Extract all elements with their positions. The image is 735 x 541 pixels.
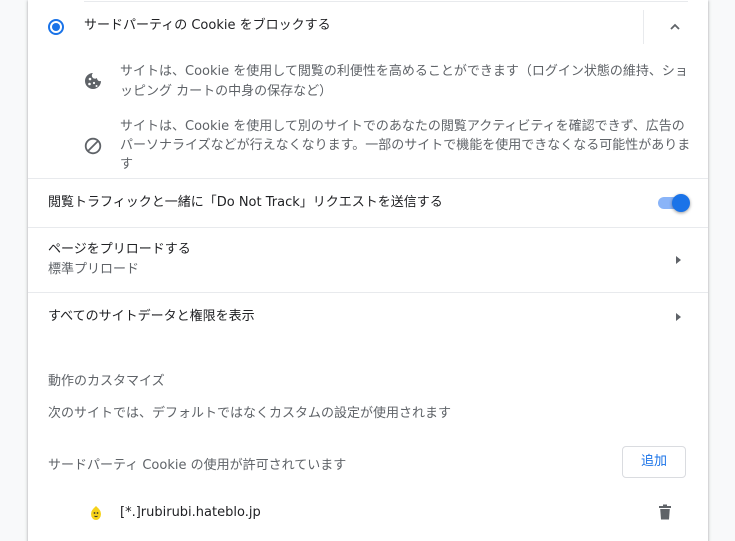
do-not-track-row[interactable]: 閲覧トラフィックと一緒に「Do Not Track」リクエストを送信する — [28, 179, 708, 227]
do-not-track-label: 閲覧トラフィックと一緒に「Do Not Track」リクエストを送信する — [48, 195, 443, 210]
list-item: [*.]rubirubi.hateblo.jp — [28, 496, 708, 530]
cookie-bullet-line2: ッピング カートの中身の保存など） — [120, 84, 333, 99]
custom-description: 次のサイトでは、デフォルトではなくカスタムの設定が使用されます — [48, 406, 452, 421]
block-bullet-line2: パーソナライズなどが行えなくなります。一部のサイトで機能を使用できなくなる可能性… — [120, 138, 691, 153]
chevron-up-icon[interactable] — [668, 19, 682, 38]
all-site-data-row[interactable]: すべてのサイトデータと権限を表示 — [28, 293, 708, 341]
block-third-party-option[interactable]: サードパーティの Cookie をブロックする — [28, 2, 708, 48]
site-favicon — [88, 505, 104, 525]
block-icon — [84, 137, 102, 159]
preload-row[interactable]: ページをプリロードする 標準プリロード — [28, 228, 708, 292]
site-name: [*.]rubirubi.hateblo.jp — [120, 505, 261, 520]
block-bullet-line3: す — [120, 157, 134, 172]
radio-selected[interactable] — [48, 19, 64, 35]
privacy-settings-card: サードパーティの Cookie をブロックする サイトは、Cookie を使用し… — [28, 0, 708, 541]
block-bullet-line1: サイトは、Cookie を使用して別のサイトでのあなたの閲覧アクティビティを確認… — [120, 119, 685, 134]
custom-heading: 動作のカスタマイズ — [48, 374, 165, 389]
preload-sublabel: 標準プリロード — [48, 262, 140, 277]
add-site-button[interactable]: 追加 — [622, 446, 686, 478]
arrow-right-icon[interactable] — [676, 313, 681, 321]
allowed-list-label: サードパーティ Cookie の使用が許可されています — [48, 458, 347, 473]
arrow-right-icon[interactable] — [676, 256, 681, 264]
block-third-party-label: サードパーティの Cookie をブロックする — [84, 18, 331, 33]
all-site-data-label: すべてのサイトデータと権限を表示 — [48, 309, 255, 324]
cookie-bullet-line1: サイトは、Cookie を使用して閲覧の利便性を高めることができます（ログイン状… — [120, 64, 688, 79]
do-not-track-toggle[interactable] — [656, 194, 690, 212]
preload-label: ページをプリロードする — [48, 242, 191, 257]
toggle-knob — [672, 194, 690, 212]
cookie-icon — [84, 72, 102, 94]
trash-icon[interactable] — [658, 504, 672, 524]
vertical-separator — [643, 10, 644, 44]
